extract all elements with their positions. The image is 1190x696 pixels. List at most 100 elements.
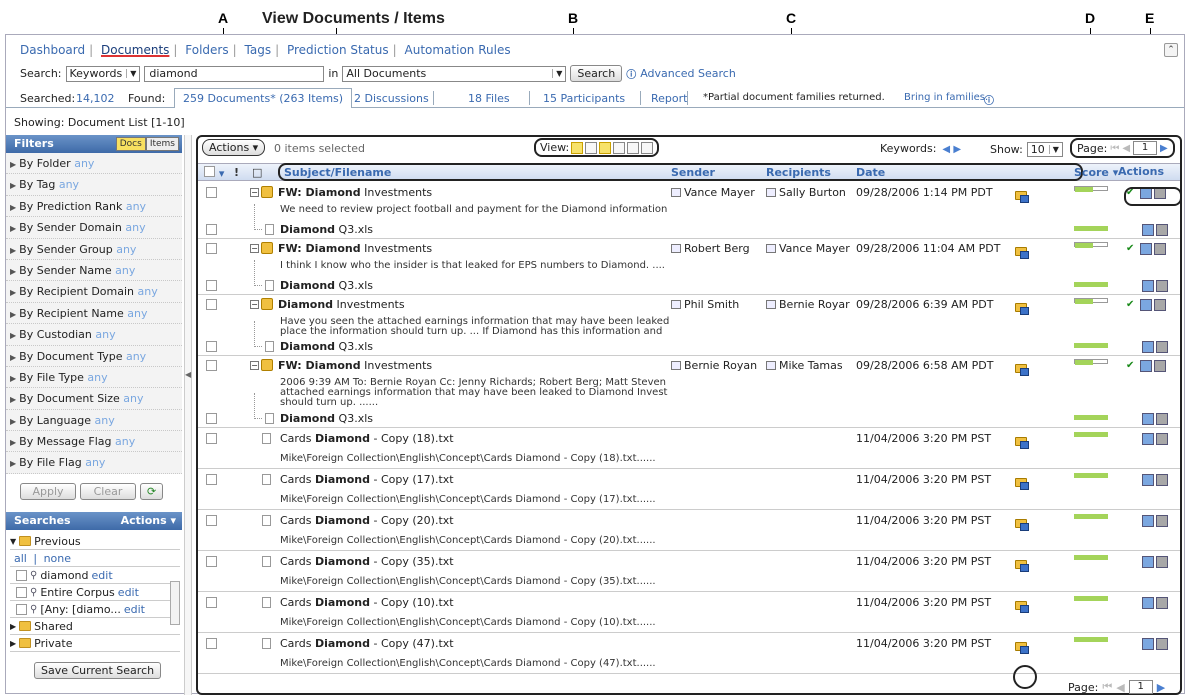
preview-icon[interactable] — [1156, 224, 1168, 236]
view-document-icon[interactable] — [1142, 280, 1154, 292]
row-checkbox[interactable] — [206, 556, 217, 567]
preview-icon[interactable] — [1154, 299, 1166, 311]
private-folder[interactable]: ▶ Private — [10, 635, 180, 652]
snippet-view-icon[interactable] — [599, 141, 612, 154]
folder-doc-icon[interactable] — [1014, 301, 1030, 316]
row-subject[interactable]: FW: Diamond Investments — [278, 242, 432, 255]
docs-toggle[interactable]: Docs — [115, 137, 146, 151]
row-sender[interactable]: Bernie Royan — [671, 359, 757, 372]
filter-any-link[interactable]: any — [87, 371, 107, 384]
filter-by-message-flag[interactable]: ▶ By Message Flag any — [6, 431, 182, 453]
preview-view-icon[interactable] — [641, 141, 654, 154]
next-page-icon[interactable]: ▶ — [1160, 143, 1168, 154]
row-filename[interactable]: Cards Diamond - Copy (18).txt — [280, 432, 454, 445]
filter-by-document-type[interactable]: ▶ By Document Type any — [6, 345, 182, 367]
edit-link[interactable]: edit — [118, 586, 139, 599]
filter-any-link[interactable]: any — [125, 221, 145, 234]
tag-icon[interactable]: ✔ — [1126, 299, 1138, 311]
search-button[interactable]: Search — [570, 65, 623, 82]
attachment-view-icon[interactable] — [571, 141, 584, 154]
filter-any-link[interactable]: any — [126, 200, 146, 213]
col-date[interactable]: Date — [856, 166, 885, 179]
info-icon[interactable]: ⓘ — [984, 92, 994, 107]
row-checkbox[interactable] — [206, 433, 217, 444]
row-recipient[interactable]: Bernie Royar — [766, 298, 850, 311]
search-scope-select[interactable]: All Documents ▼ — [342, 65, 567, 82]
filter-by-sender-domain[interactable]: ▶ By Sender Domain any — [6, 217, 182, 239]
filter-any-link[interactable]: any — [95, 414, 115, 427]
folder-doc-icon[interactable] — [1014, 245, 1030, 260]
row-filename[interactable]: Cards Diamond - Copy (47).txt — [280, 637, 454, 650]
nav-automation-rules[interactable]: Automation Rules — [405, 43, 511, 57]
info-icon[interactable]: ⓘ — [626, 66, 636, 81]
select-all-link[interactable]: all — [14, 552, 27, 565]
attachment-name[interactable]: Diamond Q3.xls — [280, 412, 373, 425]
row-subject[interactable]: FW: Diamond Investments — [278, 359, 432, 372]
attachment-checkbox[interactable] — [206, 413, 217, 424]
view-document-icon[interactable] — [1142, 413, 1154, 425]
filter-any-link[interactable]: any — [123, 392, 143, 405]
row-sender[interactable]: Robert Berg — [671, 242, 750, 255]
view-document-icon[interactable] — [1140, 243, 1152, 255]
attachment-name[interactable]: Diamond Q3.xls — [280, 340, 373, 353]
folder-doc-icon[interactable] — [1014, 517, 1030, 532]
tag-icon[interactable]: ✔ — [1126, 243, 1138, 255]
collapse-thread-icon[interactable]: − — [250, 300, 259, 309]
list-view-icon[interactable] — [585, 141, 598, 154]
row-filename[interactable]: Cards Diamond - Copy (10).txt — [280, 596, 454, 609]
filter-by-prediction-rank[interactable]: ▶ By Prediction Rank any — [6, 195, 182, 218]
tag-icon[interactable]: ✔ — [1126, 360, 1138, 372]
row-filename[interactable]: Cards Diamond - Copy (20).txt — [280, 514, 454, 527]
first-page-icon[interactable]: ⏮ — [1110, 143, 1119, 154]
col-recipients[interactable]: Recipients — [766, 166, 831, 179]
folder-doc-icon[interactable] — [1014, 558, 1030, 573]
row-sender[interactable]: Vance Mayer — [671, 186, 755, 199]
row-subject[interactable]: FW: Diamond Investments — [278, 186, 432, 199]
collapse-header-button[interactable]: ⌃ — [1164, 43, 1178, 57]
collapse-thread-icon[interactable]: − — [250, 188, 259, 197]
filter-by-file-type[interactable]: ▶ By File Type any — [6, 366, 182, 389]
row-checkbox[interactable] — [206, 597, 217, 608]
view-document-icon[interactable] — [1142, 224, 1154, 236]
row-checkbox[interactable] — [206, 638, 217, 649]
preview-icon[interactable] — [1156, 474, 1168, 486]
filter-by-sender-group[interactable]: ▶ By Sender Group any — [6, 238, 182, 260]
clear-button[interactable]: Clear — [80, 483, 136, 500]
col-score[interactable]: Score ▾ — [1074, 166, 1118, 179]
row-subject[interactable]: Diamond Investments — [278, 298, 405, 311]
view-document-icon[interactable] — [1142, 341, 1154, 353]
prev-keyword-icon[interactable]: ◀ — [942, 144, 950, 155]
prev-page-icon[interactable]: ◀ — [1122, 143, 1130, 154]
folder-doc-icon[interactable] — [1014, 362, 1030, 377]
filter-any-link[interactable]: any — [127, 307, 147, 320]
checkbox[interactable] — [16, 586, 27, 598]
row-filename[interactable]: Cards Diamond - Copy (17).txt — [280, 473, 454, 486]
folder-doc-icon[interactable] — [1014, 189, 1030, 204]
preview-icon[interactable] — [1154, 360, 1166, 372]
select-none-link[interactable]: none — [44, 552, 71, 565]
attachment-checkbox[interactable] — [206, 280, 217, 291]
nav-prediction-status[interactable]: Prediction Status — [287, 43, 389, 57]
filter-any-link[interactable]: any — [115, 435, 135, 448]
prev-page-icon[interactable]: ◀ — [1116, 681, 1124, 694]
next-keyword-icon[interactable]: ▶ — [953, 144, 961, 155]
refresh-icon[interactable]: ⟳ — [140, 483, 164, 500]
nav-tags[interactable]: Tags — [245, 43, 272, 57]
edit-link[interactable]: edit — [92, 569, 113, 582]
preview-icon[interactable] — [1156, 341, 1168, 353]
nav-dashboard[interactable]: Dashboard — [20, 43, 85, 57]
folder-doc-icon[interactable] — [1014, 435, 1030, 450]
filter-any-link[interactable]: any — [116, 243, 136, 256]
show-count-select[interactable]: 10 ▼ — [1026, 142, 1063, 157]
view-document-icon[interactable] — [1142, 556, 1154, 568]
row-checkbox[interactable] — [206, 515, 217, 526]
tab-report[interactable]: Report — [651, 92, 687, 105]
detail-view-icon[interactable] — [613, 141, 626, 154]
row-checkbox[interactable] — [206, 360, 217, 371]
filter-by-language[interactable]: ▶ By Language any — [6, 409, 182, 432]
filter-by-tag[interactable]: ▶ By Tag any — [6, 174, 182, 196]
row-sender[interactable]: Phil Smith — [671, 298, 739, 311]
filter-by-file-flag[interactable]: ▶ By File Flag any — [6, 452, 182, 474]
filter-by-recipient-domain[interactable]: ▶ By Recipient Domain any — [6, 281, 182, 303]
page-input[interactable]: 1 — [1133, 141, 1158, 155]
